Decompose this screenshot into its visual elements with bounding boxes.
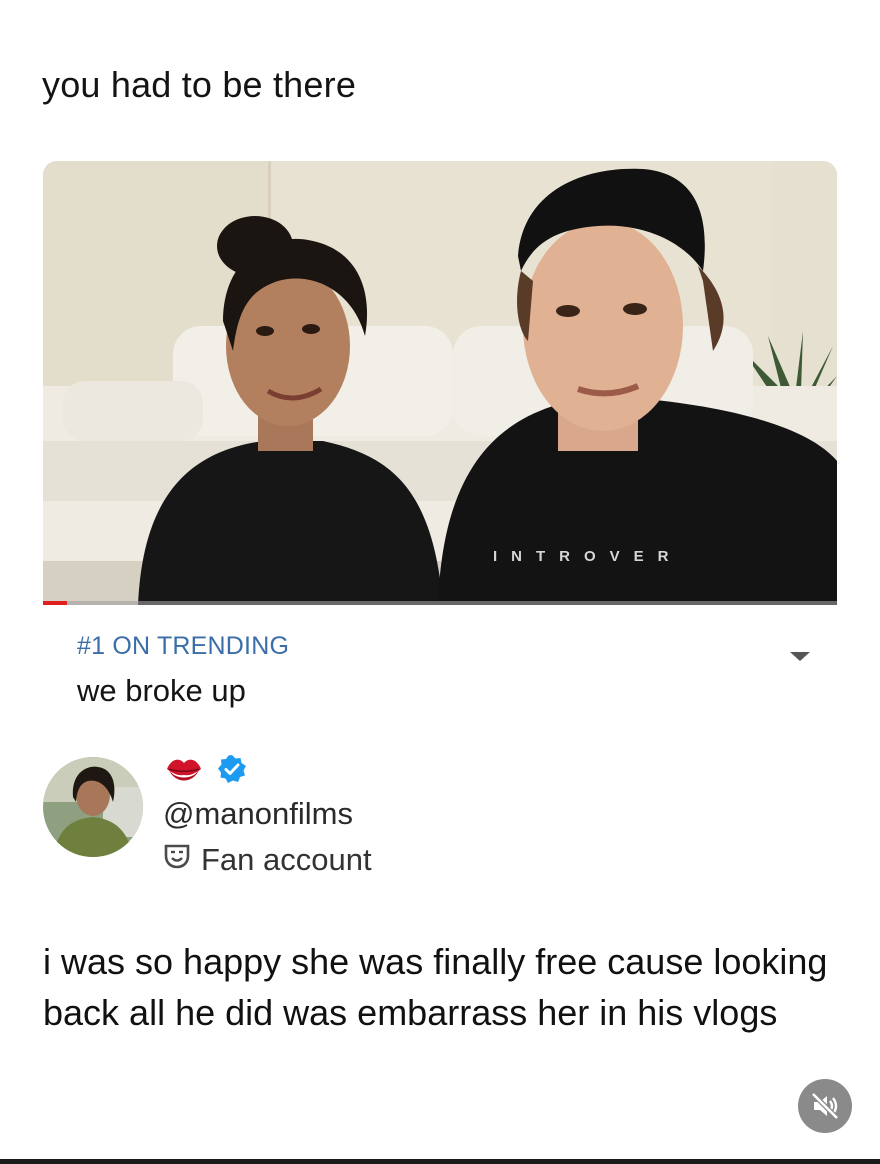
post-caption: you had to be there [42,64,357,105]
bottom-divider [0,1159,880,1164]
theater-masks-icon [163,842,191,878]
muted-speaker-icon [811,1092,839,1120]
mute-button[interactable] [798,1079,852,1133]
account-handle[interactable]: @manonfilms [163,796,353,832]
video-frame-illustration: INTROVER [43,161,837,605]
account-label-row: Fan account [163,842,372,878]
shirt-text: INTROVER [493,548,683,565]
lips-icon [165,754,203,789]
comment-text: i was so happy she was finally free caus… [43,941,828,1033]
chevron-down-icon[interactable] [790,652,810,661]
video-title: we broke up [77,673,246,708]
video-thumbnail[interactable]: INTROVER [43,161,837,605]
post-screenshot: you had to be there INTROVER #1 ON TREND… [0,0,880,1164]
avatar[interactable] [43,757,143,857]
trending-label: #1 ON TRENDING [77,632,290,660]
verified-badge-icon [217,754,247,789]
video-progress-fill [43,601,67,605]
video-progress-bar[interactable] [43,601,837,605]
account-badges [165,754,247,789]
account-label: Fan account [201,842,372,877]
